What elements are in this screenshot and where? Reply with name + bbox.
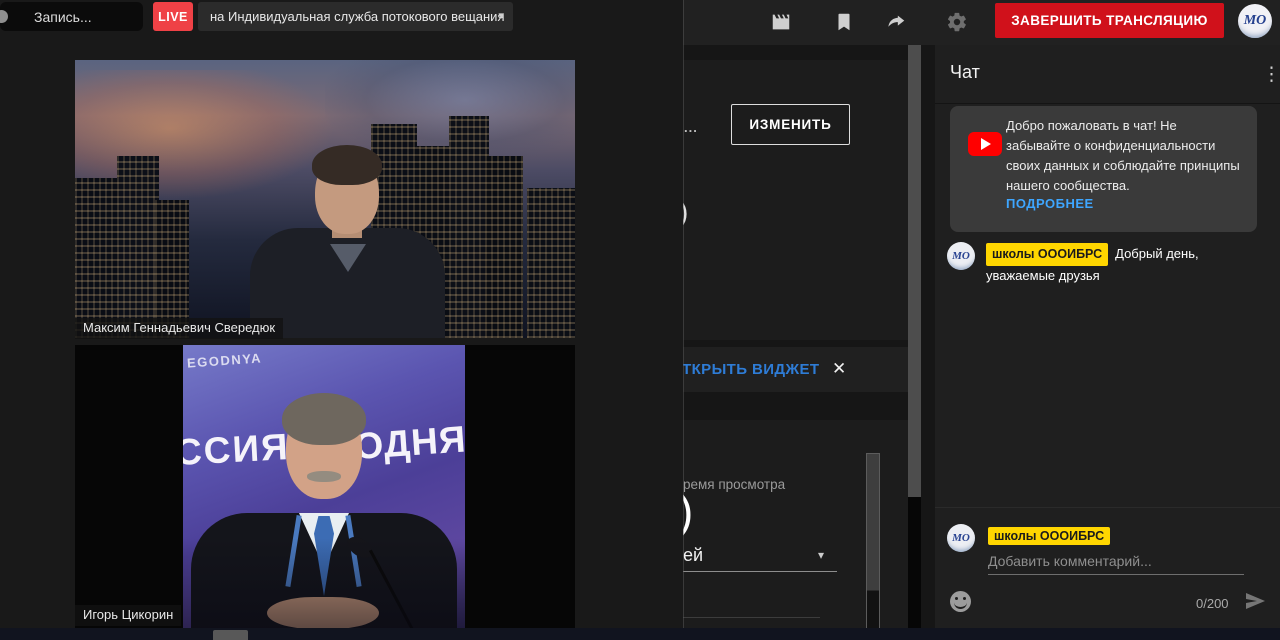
- welcome-line: нашего сообщества.: [1006, 176, 1248, 196]
- building-art: [527, 188, 575, 338]
- edit-button[interactable]: ИЗМЕНИТЬ: [731, 104, 850, 145]
- destination-label: на Индивидуальная служба потокового веща…: [210, 9, 504, 24]
- taskbar-tab: [213, 630, 248, 640]
- chat-welcome-card: Добро пожаловать в чат! Не забывайте о к…: [950, 106, 1257, 232]
- send-icon[interactable]: [1243, 589, 1267, 613]
- bookmark-icon[interactable]: [833, 11, 855, 33]
- channel-avatar[interactable]: МО: [1238, 4, 1272, 38]
- record-dot-icon: [0, 10, 8, 23]
- avatar-monogram: МО: [947, 524, 975, 552]
- welcome-line: Добро пожаловать в чат! Не: [1006, 116, 1248, 136]
- message-avatar: МО: [947, 242, 975, 270]
- participant-1-name: Максим Геннадьевич Свередюк: [75, 318, 283, 339]
- share-icon[interactable]: [885, 11, 907, 33]
- composer-avatar: МО: [947, 524, 975, 552]
- live-badge: LIVE: [153, 2, 193, 31]
- faint-underline: [680, 617, 820, 618]
- participant-2-name: Игорь Цикорин: [75, 605, 181, 626]
- author-badge: школы ОООИБРС: [988, 527, 1110, 545]
- open-widget-link[interactable]: ОТКРЫТЬ ВИДЖЕТ: [670, 361, 819, 378]
- scrollbar-thumb[interactable]: [908, 45, 921, 497]
- recording-indicator: Запись...: [0, 2, 143, 31]
- composer-author-badge: школы ОООИБРС: [988, 527, 1117, 545]
- widget-close-icon[interactable]: ✕: [832, 359, 846, 379]
- building-art: [117, 156, 159, 338]
- emoji-icon[interactable]: [950, 591, 971, 612]
- recording-label: Запись...: [34, 9, 92, 25]
- chevron-down-icon: ▾: [498, 9, 504, 22]
- watch-time-label: ремя просмотра: [683, 477, 785, 492]
- photo-fade: [183, 538, 465, 628]
- youtube-play-icon: [968, 132, 1002, 156]
- avatar-monogram: МО: [947, 242, 975, 270]
- author-badge: школы ОООИБРС: [986, 243, 1108, 266]
- chat-header-divider: [935, 103, 1280, 104]
- building-art: [449, 116, 489, 338]
- composer-divider: [935, 507, 1280, 508]
- chat-title: Чат: [950, 62, 980, 83]
- page-scrollbar[interactable]: [908, 45, 921, 628]
- welcome-more-link[interactable]: ПОДРОБНЕЕ: [1006, 196, 1094, 211]
- comment-input[interactable]: [988, 548, 1244, 575]
- settings-gear-icon[interactable]: [946, 11, 968, 33]
- video-feed-2: EGODNYA ССИЯ ГОДНЯ S: [75, 345, 575, 628]
- backdrop-text-top: EGODNYA: [187, 350, 263, 370]
- end-stream-button[interactable]: ЗАВЕРШИТЬ ТРАНСЛЯЦИЮ: [995, 3, 1224, 38]
- video-feed-1: [75, 60, 575, 338]
- stream-settings-card: [683, 60, 908, 340]
- chat-menu-kebab-icon[interactable]: ⋮: [1262, 63, 1280, 86]
- stream-destination-dropdown[interactable]: на Индивидуальная служба потокового веща…: [198, 2, 513, 31]
- welcome-text: Добро пожаловать в чат! Не забывайте о к…: [1006, 116, 1248, 196]
- backdrop-text-left: ССИЯ: [183, 426, 291, 474]
- char-counter: 0/200: [1196, 596, 1229, 611]
- press-photo: EGODNYA ССИЯ ГОДНЯ S: [183, 345, 465, 628]
- clipped-text-dots: ...: [684, 120, 698, 135]
- film-strip-icon[interactable]: [770, 11, 792, 33]
- building-art: [75, 178, 123, 338]
- welcome-line: забывайте о конфиденциальности: [1006, 136, 1248, 156]
- dropdown-underline: [683, 571, 837, 572]
- taskbar-edge: [0, 628, 1280, 640]
- participant-1-face: [315, 152, 379, 234]
- chevron-down-icon: ▾: [818, 548, 824, 562]
- welcome-line: своих данных и соблюдайте принципы: [1006, 156, 1248, 176]
- building-art: [485, 156, 523, 338]
- participant-2-face: [286, 401, 362, 499]
- participant-2-mustache: [307, 471, 341, 482]
- chat-message: школы ОООИБРСДобрый день, уважаемые друз…: [986, 243, 1228, 285]
- inner-scrollbar[interactable]: [866, 453, 880, 630]
- metric-dropdown[interactable]: ей: [683, 545, 703, 566]
- video-conference-window: Запись... LIVE на Индивидуальная служба …: [0, 0, 683, 628]
